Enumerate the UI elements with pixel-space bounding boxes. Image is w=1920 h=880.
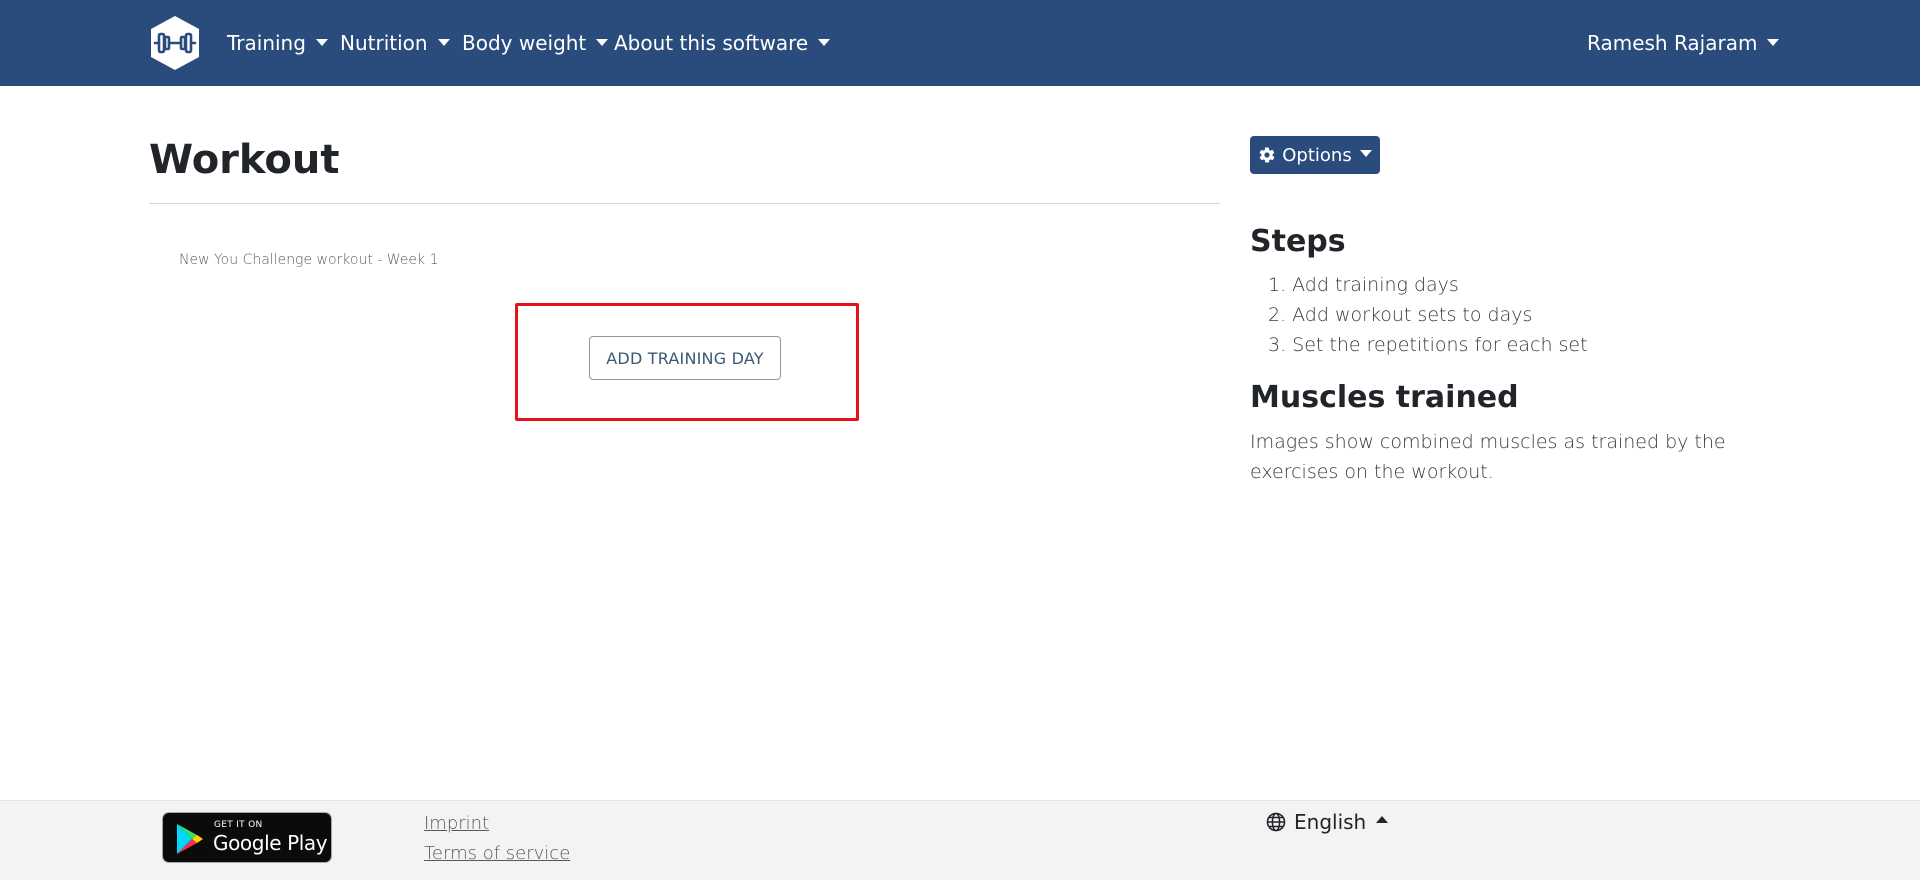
user-menu-dropdown[interactable]: Ramesh Rajaram: [1587, 26, 1780, 60]
nav-nutrition-label: Nutrition: [340, 31, 428, 55]
nav-training-dropdown[interactable]: Training: [227, 26, 328, 60]
caret-down-icon: [437, 39, 450, 46]
caret-up-icon: [1376, 815, 1389, 823]
options-label: Options: [1282, 144, 1352, 166]
page-title: Workout: [149, 137, 340, 183]
steps-heading: Steps: [1250, 224, 1346, 259]
google-play-icon: [177, 824, 203, 854]
nav-about-label: About this software: [614, 31, 809, 55]
google-play-badge[interactable]: GET IT ON Google Play: [162, 812, 332, 863]
gear-icon: [1259, 147, 1275, 163]
muscles-trained-description: Images show combined muscles as trained …: [1250, 431, 1726, 483]
top-navbar: Training Nutrition Body weight About thi…: [0, 0, 1920, 86]
list-item: 3. Set the repetitions for each set: [1268, 330, 1588, 360]
add-training-day-button[interactable]: ADD TRAINING DAY: [589, 336, 781, 380]
nav-nutrition-dropdown[interactable]: Nutrition: [340, 26, 450, 60]
nav-about-dropdown[interactable]: About this software: [614, 26, 831, 60]
imprint-link[interactable]: Imprint: [424, 813, 489, 834]
muscles-trained-heading: Muscles trained: [1250, 380, 1519, 415]
language-label: English: [1294, 810, 1367, 834]
user-name: Ramesh Rajaram: [1587, 31, 1758, 55]
nav-training-label: Training: [227, 31, 306, 55]
step-text: Add training days: [1292, 274, 1459, 296]
step-text: Add workout sets to days: [1292, 304, 1533, 326]
list-item: 2. Add workout sets to days: [1268, 300, 1588, 330]
steps-list: 1. Add training days 2. Add workout sets t…: [1250, 270, 1588, 360]
dumbbell-logo-icon[interactable]: [149, 15, 201, 71]
step-text: Set the repetitions for each set: [1292, 334, 1588, 356]
step-number: 3.: [1268, 334, 1287, 356]
google-play-big-text: Google Play: [213, 831, 328, 855]
caret-down-icon: [596, 39, 609, 46]
caret-down-icon: [315, 39, 328, 46]
caret-down-icon: [818, 39, 831, 46]
caret-down-icon: [1767, 39, 1780, 46]
nav-body-weight-dropdown[interactable]: Body weight: [462, 26, 609, 60]
nav-body-weight-label: Body weight: [462, 31, 587, 55]
caret-down-icon: [1359, 149, 1372, 157]
language-selector[interactable]: English: [1266, 810, 1389, 834]
globe-icon: [1266, 812, 1286, 832]
step-number: 1.: [1268, 274, 1287, 296]
workout-description: New You Challenge workout - Week 1: [179, 252, 439, 268]
list-item: 1. Add training days: [1268, 270, 1588, 300]
step-number: 2.: [1268, 304, 1287, 326]
terms-of-service-link[interactable]: Terms of service: [424, 843, 570, 864]
title-divider: [149, 203, 1220, 204]
google-play-small-text: GET IT ON: [214, 820, 263, 830]
options-dropdown-button[interactable]: Options: [1250, 136, 1380, 174]
